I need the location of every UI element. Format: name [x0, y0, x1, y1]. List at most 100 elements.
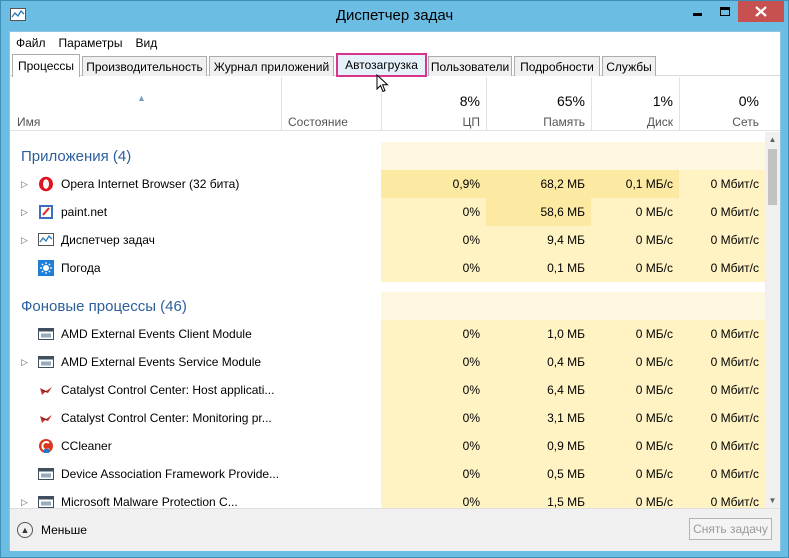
network-value: 0 Мбит/с [679, 226, 765, 254]
scroll-down-icon[interactable]: ▼ [765, 493, 780, 508]
network-value: 0 Мбит/с [679, 170, 765, 198]
network-value: 0 Мбит/с [679, 320, 765, 348]
menu-options[interactable]: Параметры [59, 36, 123, 50]
minimize-icon [692, 13, 702, 16]
network-total-pct: 0% [738, 93, 759, 109]
minimize-button[interactable] [683, 1, 711, 22]
disk-value: 0 МБ/с [591, 460, 679, 488]
table-row[interactable]: ▷ paint.net 0% 58,6 МБ 0 МБ/с 0 Мбит/с [10, 198, 765, 226]
maximize-button[interactable] [711, 1, 738, 22]
table-row[interactable]: AMD External Events Client Module 0% 1,0… [10, 320, 765, 348]
expand-arrow-icon[interactable]: ▷ [21, 207, 29, 217]
tab-services[interactable]: Службы [602, 56, 656, 76]
table-row[interactable]: ▷ Microsoft Malware Protection C... 0% 1… [10, 488, 765, 508]
cell-bg [381, 292, 486, 320]
column-state-header[interactable]: Состояние [281, 77, 381, 131]
cell-bg [591, 292, 679, 320]
process-name: Погода [61, 261, 101, 275]
close-button[interactable] [738, 1, 784, 22]
tab-users[interactable]: Пользователи [428, 56, 512, 76]
network-value: 0 Мбит/с [679, 198, 765, 226]
cell-bg [679, 292, 765, 320]
table-row[interactable]: ▷ Opera Internet Browser (32 бита) 0,9% … [10, 170, 765, 198]
cpu-value: 0% [381, 254, 486, 282]
column-network-header[interactable]: 0% Сеть [679, 77, 765, 131]
group-title: Приложения (4) [21, 147, 132, 165]
title-bar[interactable]: Диспетчер задач [1, 1, 788, 31]
disk-total-pct: 1% [652, 93, 673, 109]
memory-value: 0,1 МБ [486, 254, 591, 282]
column-cpu-header[interactable]: 8% ЦП [381, 77, 486, 131]
memory-value: 0,4 МБ [486, 348, 591, 376]
table-row[interactable]: Catalyst Control Center: Monitoring pr..… [10, 404, 765, 432]
close-icon [755, 6, 767, 17]
scroll-thumb[interactable] [768, 149, 777, 205]
expand-arrow-icon[interactable]: ▷ [21, 497, 29, 507]
table-row[interactable]: CCleaner 0% 0,9 МБ 0 МБ/с 0 Мбит/с [10, 432, 765, 460]
disk-value: 0,1 МБ/с [591, 170, 679, 198]
network-value: 0 Мбит/с [679, 254, 765, 282]
tab-performance[interactable]: Производительность [82, 56, 207, 76]
memory-value: 0,5 МБ [486, 460, 591, 488]
ccleaner-icon [39, 439, 53, 453]
catalyst-icon [40, 387, 52, 395]
table-row[interactable]: Catalyst Control Center: Host applicati.… [10, 376, 765, 404]
expand-arrow-icon[interactable]: ▷ [21, 179, 29, 189]
table-row[interactable]: ▷ AMD External Events Service Module 0% … [10, 348, 765, 376]
window-title: Диспетчер задач [335, 7, 454, 24]
expand-arrow-icon[interactable]: ▷ [21, 357, 29, 367]
column-disk-header[interactable]: 1% Диск [591, 77, 679, 131]
process-list: Приложения (4) ▷ Opera Internet Browser … [10, 132, 765, 508]
table-row[interactable]: ▷ Диспетчер задач 0% 9,4 МБ 0 МБ/с 0 Мби… [10, 226, 765, 254]
paintnet-icon [39, 205, 53, 219]
group-header-background[interactable]: Фоновые процессы (46) [10, 292, 765, 320]
disk-value: 0 МБ/с [591, 348, 679, 376]
footer-bar: ▲ Меньше Снять задачу [10, 508, 780, 551]
process-name: Microsoft Malware Protection C... [61, 495, 238, 508]
scroll-up-icon[interactable]: ▲ [765, 132, 780, 147]
cpu-value: 0% [381, 488, 486, 508]
network-value: 0 Мбит/с [679, 488, 765, 508]
network-value: 0 Мбит/с [679, 376, 765, 404]
menu-view[interactable]: Вид [135, 36, 157, 50]
end-task-button[interactable]: Снять задачу [689, 518, 772, 540]
expand-arrow-icon[interactable]: ▷ [21, 235, 29, 245]
table-row[interactable]: Device Association Framework Provide... … [10, 460, 765, 488]
fewer-details-label: Меньше [41, 523, 87, 537]
vertical-scrollbar[interactable]: ▲ ▼ [765, 132, 780, 508]
tab-app-history[interactable]: Журнал приложений [209, 56, 334, 76]
group-title: Фоновые процессы (46) [21, 297, 187, 315]
menu-file[interactable]: Файл [16, 36, 46, 50]
cell-bg [591, 142, 679, 170]
cell-bg [679, 142, 765, 170]
column-header: ▲ Имя Состояние 8% ЦП 65% Память 1% Диск… [10, 77, 780, 131]
table-row[interactable]: Погода 0% 0,1 МБ 0 МБ/с 0 Мбит/с [10, 254, 765, 282]
cpu-value: 0% [381, 348, 486, 376]
cpu-value: 0% [381, 376, 486, 404]
fewer-details-button[interactable]: ▲ Меньше [17, 520, 87, 540]
memory-value: 68,2 МБ [486, 170, 591, 198]
process-name: Opera Internet Browser (32 бита) [61, 177, 240, 191]
memory-value: 1,0 МБ [486, 320, 591, 348]
process-name: Catalyst Control Center: Monitoring pr..… [61, 411, 272, 425]
column-memory-header[interactable]: 65% Память [486, 77, 591, 131]
process-name: Device Association Framework Provide... [61, 467, 280, 481]
disk-value: 0 МБ/с [591, 254, 679, 282]
service-window-icon [38, 356, 54, 368]
cell-bg [486, 142, 591, 170]
group-header-apps[interactable]: Приложения (4) [10, 142, 765, 170]
network-value: 0 Мбит/с [679, 460, 765, 488]
disk-value: 0 МБ/с [591, 488, 679, 508]
tab-details[interactable]: Подробности [514, 56, 600, 76]
process-name: CCleaner [61, 439, 112, 453]
network-value: 0 Мбит/с [679, 404, 765, 432]
column-name[interactable]: Имя [17, 115, 40, 129]
opera-icon [39, 176, 53, 192]
tab-processes[interactable]: Процессы [12, 54, 80, 77]
cpu-value: 0% [381, 404, 486, 432]
process-name: Диспетчер задач [61, 233, 155, 247]
service-window-icon [38, 496, 54, 508]
memory-value: 1,5 МБ [486, 488, 591, 508]
cpu-value: 0% [381, 460, 486, 488]
cpu-value: 0% [381, 432, 486, 460]
